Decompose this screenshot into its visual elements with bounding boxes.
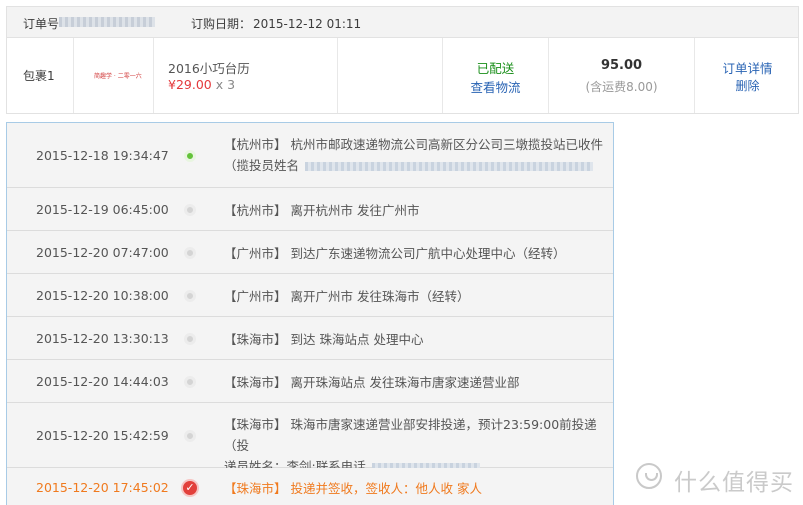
product-thumbnail[interactable]: 简趣学 · 二零一六 xyxy=(74,38,154,113)
tracking-row: 2015-12-20 15:42:59 【珠海市】 珠海市唐家速递营业部安排投递，… xyxy=(7,403,613,474)
tracking-message: 离开广州市 发往珠海市（经转） xyxy=(290,289,470,304)
tracking-description: 【珠海市】 投递并签收，签收人：他人收 家人 xyxy=(224,478,608,499)
timeline-dot-icon xyxy=(184,150,196,162)
package-label: 包裹1 xyxy=(23,69,55,83)
tracking-time: 2015-12-20 07:47:00 xyxy=(36,245,169,260)
watermark-text: 什么值得买 xyxy=(674,470,794,496)
order-number-redacted xyxy=(59,17,155,27)
thumbnail-caption: 简趣学 · 二零一六 xyxy=(94,73,142,80)
tracking-message: 杭州市邮政速递物流公司高新区分公司三墩揽投站已收件 xyxy=(290,137,604,152)
tracking-row: 2015-12-20 10:38:00 【广州市】 离开广州市 发往珠海市（经转） xyxy=(7,274,613,317)
tracking-city: 【杭州市】 xyxy=(224,137,287,152)
tracking-row: 2015-12-18 19:34:47 【杭州市】 杭州市邮政速递物流公司高新区分… xyxy=(7,123,613,188)
redacted-info xyxy=(305,162,594,171)
tracking-description: 【珠海市】 到达 珠海站点 处理中心 xyxy=(224,329,608,350)
delivered-check-icon: ✓ xyxy=(181,479,199,497)
shipping-fee-note: (含运费8.00) xyxy=(585,80,658,94)
tracking-row: 2015-12-20 14:44:03 【珠海市】 离开珠海站点 发往珠海市唐家速… xyxy=(7,360,613,403)
total-cell: 95.00 (含运费8.00) xyxy=(549,38,695,113)
tracking-city: 【杭州市】 xyxy=(224,203,287,218)
order-date-value: 2015-12-12 01:11 xyxy=(253,17,362,31)
tracking-description: 【珠海市】 离开珠海站点 发往珠海市唐家速递营业部 xyxy=(224,372,608,393)
view-logistics-link[interactable]: 查看物流 xyxy=(443,77,548,96)
order-detail-link[interactable]: 订单详情 xyxy=(695,58,800,77)
product-quantity: x 3 xyxy=(215,77,236,92)
tracking-description: 【杭州市】 杭州市邮政速递物流公司高新区分公司三墩揽投站已收件 （揽投员姓名 xyxy=(224,134,608,176)
tracking-row: 2015-12-20 07:47:00 【广州市】 到达广东速递物流公司广航中心处… xyxy=(7,231,613,274)
product-info-cell: 2016小巧台历 ¥29.00 x 3 xyxy=(154,38,338,113)
tracking-description: 【杭州市】 离开杭州市 发往广州市 xyxy=(224,200,608,221)
timeline-dot-icon xyxy=(184,290,196,302)
tracking-time: 2015-12-18 19:34:47 xyxy=(36,148,169,163)
tracking-city: 【广州市】 xyxy=(224,289,287,304)
package-cell: 包裹1 xyxy=(7,38,74,113)
tracking-time: 2015-12-20 10:38:00 xyxy=(36,288,169,303)
product-price-line: ¥29.00 x 3 xyxy=(168,77,235,92)
tracking-city: 【珠海市】 xyxy=(224,481,287,496)
order-package-row: 包裹1 简趣学 · 二零一六 2016小巧台历 ¥29.00 x 3 已配送 查… xyxy=(6,38,799,114)
watermark: 什么值得买 xyxy=(636,461,796,497)
timeline-dot-icon xyxy=(184,376,196,388)
order-header: 订单号 订购日期： 2015-12-12 01:11 xyxy=(6,6,799,38)
tracking-time: 2015-12-20 14:44:03 xyxy=(36,374,169,389)
tracking-message: 投递并签收，签收人：他人收 家人 xyxy=(290,481,482,496)
tracking-city: 【珠海市】 xyxy=(224,375,287,390)
tracking-timeline: 2015-12-18 19:34:47 【杭州市】 杭州市邮政速递物流公司高新区分… xyxy=(6,122,614,505)
tracking-row: 2015-12-20 17:45:02 ✓ 【珠海市】 投递并签收，签收人：他人收 … xyxy=(7,468,613,505)
tracking-message: 离开杭州市 发往广州市 xyxy=(290,203,420,218)
delete-order-link[interactable]: 删除 xyxy=(695,77,800,94)
tracking-row: 2015-12-20 13:30:13 【珠海市】 到达 珠海站点 处理中心 xyxy=(7,317,613,360)
tracking-time: 2015-12-20 13:30:13 xyxy=(36,331,169,346)
product-price: ¥29.00 xyxy=(168,77,212,92)
tracking-city: 【广州市】 xyxy=(224,246,287,261)
order-number-label: 订单号 xyxy=(23,17,60,31)
tracking-message: 到达 珠海站点 处理中心 xyxy=(290,332,424,347)
product-name[interactable]: 2016小巧台历 xyxy=(168,58,250,77)
timeline-dot-icon xyxy=(184,430,196,442)
tracking-time: 2015-12-19 06:45:00 xyxy=(36,202,169,217)
tracking-row: 2015-12-19 06:45:00 【杭州市】 离开杭州市 发往广州市 xyxy=(7,188,613,231)
tracking-city: 【珠海市】 xyxy=(224,332,287,347)
order-date: 订购日期： 2015-12-12 01:11 xyxy=(191,15,361,32)
tracking-description: 【广州市】 到达广东速递物流公司广航中心处理中心（经转） xyxy=(224,243,608,264)
shipping-status: 已配送 xyxy=(476,61,515,76)
shipping-cell: 已配送 查看物流 xyxy=(443,38,549,113)
timeline-dot-icon xyxy=(184,204,196,216)
tracking-time: 2015-12-20 15:42:59 xyxy=(36,428,169,443)
smzdm-logo-icon xyxy=(636,463,662,489)
order-total: 95.00 xyxy=(600,58,643,73)
tracking-message-line2: （揽投员姓名 xyxy=(224,158,300,173)
timeline-dot-icon xyxy=(184,247,196,259)
timeline-dot-icon xyxy=(184,333,196,345)
empty-cell xyxy=(338,38,443,113)
tracking-city: 【珠海市】 xyxy=(224,417,287,432)
tracking-description: 【广州市】 离开广州市 发往珠海市（经转） xyxy=(224,286,608,307)
order-date-label: 订购日期： xyxy=(191,17,252,31)
tracking-message: 到达广东速递物流公司广航中心处理中心（经转） xyxy=(290,246,566,261)
tracking-message: 离开珠海站点 发往珠海市唐家速递营业部 xyxy=(290,375,520,390)
operations-cell: 订单详情 删除 xyxy=(695,38,800,113)
tracking-time: 2015-12-20 17:45:02 xyxy=(36,480,169,495)
